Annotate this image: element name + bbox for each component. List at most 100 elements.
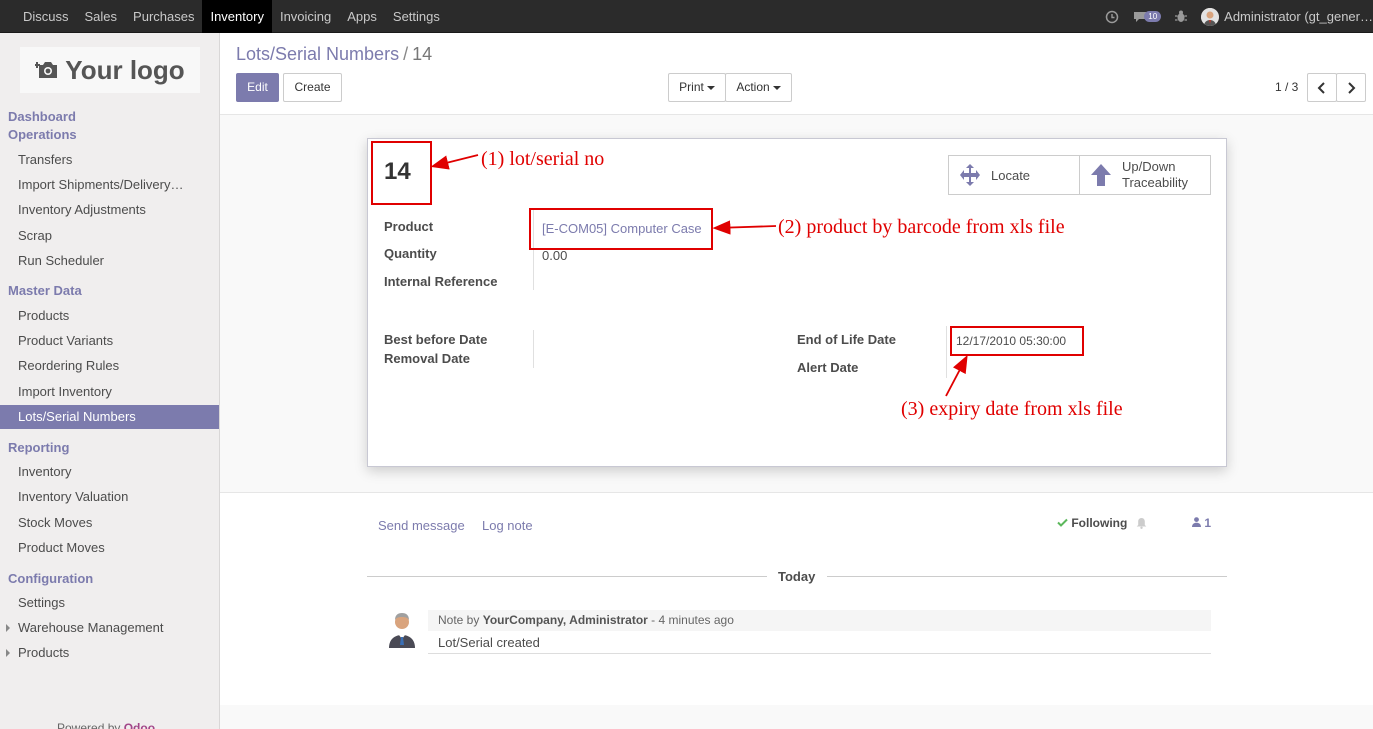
powered-by-text: Powered by xyxy=(57,721,121,729)
following-label: Following xyxy=(1071,516,1128,530)
traceability-button[interactable]: Up/Down Traceability xyxy=(1079,155,1211,195)
sidebar-item-products[interactable]: Products xyxy=(0,304,219,328)
annotation-date: (3) expiry date from xls file xyxy=(901,398,1123,420)
sidebar-item-warehouse-management[interactable]: Warehouse Management xyxy=(0,616,219,640)
sidebar-section-configuration[interactable]: Configuration xyxy=(8,571,93,586)
action-label: Action xyxy=(736,80,770,94)
sidebar-item-inventory-valuation[interactable]: Inventory Valuation xyxy=(0,485,219,509)
log-note-link[interactable]: Log note xyxy=(482,518,533,533)
expand-caret-icon xyxy=(6,649,10,657)
top-navbar: Discuss Sales Purchases Inventory Invoic… xyxy=(0,0,1373,33)
sidebar-item-product-moves[interactable]: Product Moves xyxy=(0,536,219,560)
powered-by: Powered by Odoo xyxy=(57,721,155,729)
sidebar-item-scrap[interactable]: Scrap xyxy=(0,224,219,248)
chevron-left-icon xyxy=(1317,82,1325,94)
message-header: Note by YourCompany, Administrator - 4 m… xyxy=(428,610,1211,631)
best-before-date-label: Best before Date xyxy=(384,332,488,347)
sidebar-item-label: Warehouse Management xyxy=(18,620,164,635)
menu-discuss[interactable]: Discuss xyxy=(15,0,77,33)
sidebar-item-label: Products xyxy=(18,645,70,660)
sidebar-item-inventory-report[interactable]: Inventory xyxy=(0,460,219,484)
caret-down-icon xyxy=(772,85,781,90)
field-divider xyxy=(533,330,534,368)
menu-purchases[interactable]: Purchases xyxy=(125,0,202,33)
annotation-product: (2) product by barcode from xls file xyxy=(778,216,1065,238)
logo-text: Your logo xyxy=(65,54,185,85)
sidebar-item-settings[interactable]: Settings xyxy=(0,591,219,615)
move-arrows-icon xyxy=(957,163,983,187)
menu-apps[interactable]: Apps xyxy=(339,0,385,33)
end-of-life-date-label: End of Life Date xyxy=(797,332,896,347)
messages-icon[interactable]: 10 xyxy=(1133,11,1162,23)
pager-previous-button[interactable] xyxy=(1307,73,1337,102)
send-message-link[interactable]: Send message xyxy=(378,518,465,533)
breadcrumb-parent[interactable]: Lots/Serial Numbers xyxy=(236,44,399,64)
sidebar-item-config-products[interactable]: Products xyxy=(0,641,219,665)
sidebar-item-reordering-rules[interactable]: Reordering Rules xyxy=(0,354,219,378)
footer-background xyxy=(220,705,1373,729)
highlight-box-date xyxy=(950,326,1084,356)
followers-button[interactable]: 1 xyxy=(1192,516,1211,530)
message-author[interactable]: YourCompany, Administrator xyxy=(483,613,648,627)
sidebar-item-lots-serial-numbers[interactable]: Lots/Serial Numbers xyxy=(0,405,219,429)
sidebar-item-transfers[interactable]: Transfers xyxy=(0,148,219,172)
highlight-box-lot xyxy=(371,141,432,205)
check-icon xyxy=(1057,518,1068,527)
author-avatar[interactable] xyxy=(386,610,418,648)
bell-icon[interactable] xyxy=(1136,517,1147,529)
breadcrumb-current: 14 xyxy=(412,44,433,64)
sidebar-item-inventory-adjustments[interactable]: Inventory Adjustments xyxy=(0,198,219,222)
sidebar-section-operations[interactable]: Operations xyxy=(8,127,77,142)
following-button[interactable]: Following xyxy=(1057,516,1127,530)
sidebar-section-dashboard[interactable]: Dashboard xyxy=(8,109,76,124)
divider-right xyxy=(827,576,1227,577)
message-body: Lot/Serial created xyxy=(438,635,540,650)
chevron-right-icon xyxy=(1348,82,1356,94)
user-menu[interactable]: Administrator (gt_gener… xyxy=(1201,7,1373,26)
field-divider xyxy=(946,326,947,378)
highlight-box-product xyxy=(529,208,713,250)
message-item: Note by YourCompany, Administrator - 4 m… xyxy=(428,610,1211,654)
sidebar-section-reporting[interactable]: Reporting xyxy=(8,440,69,455)
sidebar-section-master-data[interactable]: Master Data xyxy=(8,283,82,298)
sidebar-item-product-variants[interactable]: Product Variants xyxy=(0,329,219,353)
systray: 10 Administrator (gt_gener… xyxy=(1105,0,1373,33)
company-logo[interactable]: Your logo xyxy=(20,47,200,93)
sidebar-item-import-shipments[interactable]: Import Shipments/Delivery… xyxy=(0,173,219,197)
menu-invoicing[interactable]: Invoicing xyxy=(272,0,339,33)
menu-sales[interactable]: Sales xyxy=(77,0,126,33)
create-button[interactable]: Create xyxy=(283,73,342,102)
bug-icon[interactable] xyxy=(1175,10,1188,23)
print-dropdown[interactable]: Print xyxy=(668,73,726,102)
sidebar-item-run-scheduler[interactable]: Run Scheduler xyxy=(0,249,219,273)
pager-next-button[interactable] xyxy=(1336,73,1366,102)
user-avatar xyxy=(1201,7,1220,26)
quantity-label: Quantity xyxy=(384,246,437,261)
print-label: Print xyxy=(679,80,704,94)
sidebar-item-stock-moves[interactable]: Stock Moves xyxy=(0,511,219,535)
camera-icon xyxy=(35,62,58,78)
traceability-line2: Traceability xyxy=(1122,175,1188,190)
breadcrumb: Lots/Serial Numbers/14 xyxy=(236,44,432,65)
today-separator: Today xyxy=(778,569,816,584)
app-menu: Discuss Sales Purchases Inventory Invoic… xyxy=(15,0,448,33)
quantity-value: 0.00 xyxy=(542,248,568,263)
user-icon xyxy=(1192,517,1201,527)
menu-inventory[interactable]: Inventory xyxy=(202,0,272,33)
annotation-lot: (1) lot/serial no xyxy=(481,148,605,170)
internal-reference-label: Internal Reference xyxy=(384,274,498,289)
locate-button[interactable]: Locate xyxy=(948,155,1080,195)
breadcrumb-separator: / xyxy=(403,44,409,64)
sidebar-item-import-inventory[interactable]: Import Inventory xyxy=(0,380,219,404)
traceability-line1: Up/Down xyxy=(1122,159,1176,174)
traceability-label: Up/Down Traceability xyxy=(1122,159,1188,191)
clock-icon[interactable] xyxy=(1105,10,1119,24)
message-count-badge: 10 xyxy=(1144,11,1162,22)
divider-left xyxy=(367,576,767,577)
caret-down-icon xyxy=(706,85,715,90)
edit-button[interactable]: Edit xyxy=(236,73,279,102)
action-dropdown[interactable]: Action xyxy=(725,73,792,102)
menu-settings[interactable]: Settings xyxy=(385,0,448,33)
powered-by-brand[interactable]: Odoo xyxy=(124,721,155,729)
expand-caret-icon xyxy=(6,624,10,632)
